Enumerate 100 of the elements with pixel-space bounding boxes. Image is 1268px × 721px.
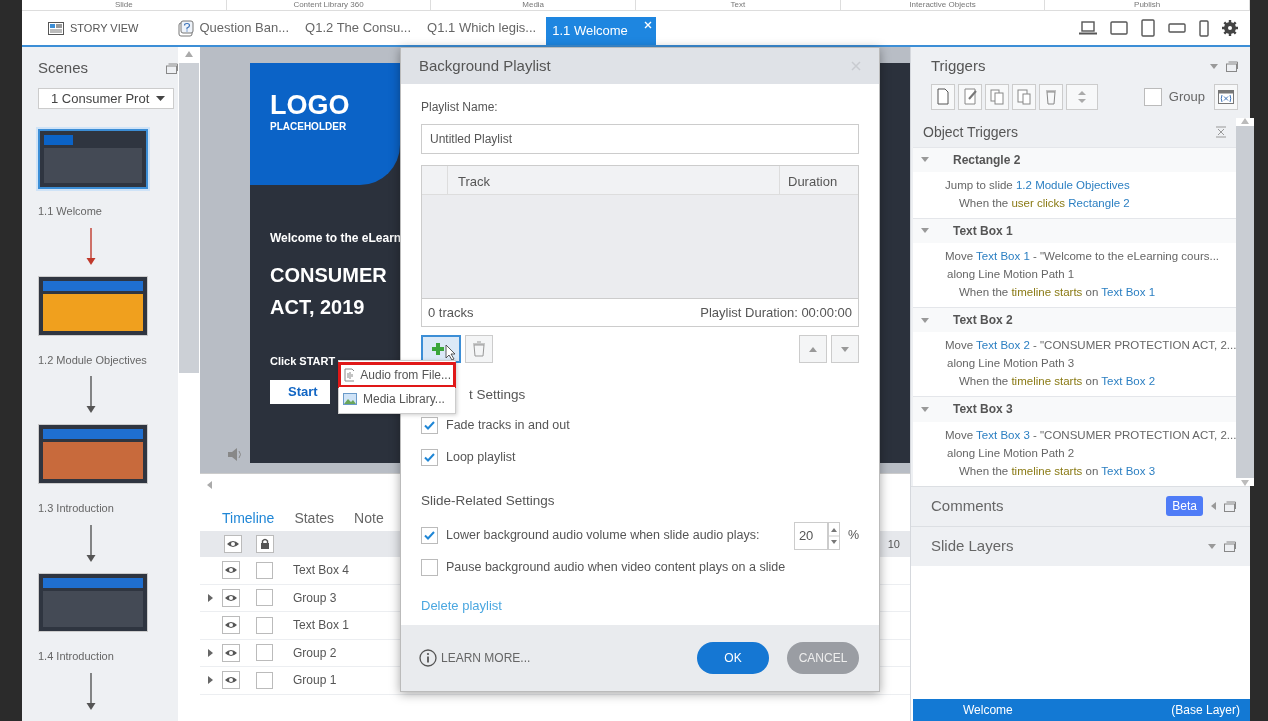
panel-title: Slide Layers bbox=[931, 535, 1014, 556]
caret-icon[interactable] bbox=[1210, 63, 1218, 69]
settings-icon[interactable] bbox=[1222, 20, 1238, 36]
collapse-icon[interactable] bbox=[921, 228, 929, 234]
ribbon-tab[interactable]: Interactive Objects bbox=[840, 0, 1046, 10]
checkmark-icon bbox=[424, 531, 435, 540]
restore-panel-icon[interactable] bbox=[1224, 540, 1236, 552]
audio-file-icon bbox=[343, 368, 355, 382]
timeline-tab[interactable]: Note bbox=[354, 505, 384, 531]
caret-icon[interactable] bbox=[1208, 543, 1216, 549]
group-checkbox[interactable] bbox=[1143, 87, 1162, 106]
visibility-icon[interactable] bbox=[222, 588, 240, 607]
move-up-button[interactable] bbox=[799, 335, 827, 363]
delete-playlist-link[interactable]: Delete playlist bbox=[421, 595, 502, 615]
playlist-duration: Playlist Duration: 00:00:00 bbox=[700, 303, 852, 322]
group-label: Group bbox=[1168, 87, 1205, 106]
copy-icon bbox=[988, 87, 1006, 106]
expand-icon[interactable] bbox=[208, 676, 213, 685]
add-track-button[interactable] bbox=[421, 335, 461, 363]
layer-name: Text Box 1 bbox=[293, 617, 350, 635]
lock-icon[interactable] bbox=[256, 535, 274, 553]
timeline-tab[interactable]: Timeline bbox=[222, 505, 275, 531]
restore-panel-icon[interactable] bbox=[1224, 500, 1236, 512]
edit-trigger-button[interactable] bbox=[958, 83, 982, 110]
lock-checkbox[interactable] bbox=[256, 644, 273, 662]
checkbox[interactable] bbox=[421, 416, 438, 434]
scrollbar-thumb[interactable] bbox=[179, 63, 199, 373]
document-tab[interactable]: Q1.1 Which legis... bbox=[421, 14, 543, 42]
collapse-icon[interactable] bbox=[1211, 502, 1216, 510]
document-tab[interactable]: Q1.2 The Consu... bbox=[299, 14, 418, 42]
slide-label: 1.3 Introduction bbox=[38, 501, 114, 517]
new-trigger-button[interactable] bbox=[931, 83, 955, 110]
slide-layer-row[interactable]: Welcome (Base Layer) bbox=[913, 699, 1250, 721]
scene-dropdown[interactable]: 1 Consumer Prot bbox=[38, 87, 174, 109]
story-view-button[interactable]: STORY VIEW bbox=[48, 19, 139, 37]
tablet-landscape-icon[interactable] bbox=[1110, 21, 1128, 35]
lock-checkbox[interactable] bbox=[256, 671, 273, 689]
ribbon-tab[interactable]: Text bbox=[636, 0, 841, 10]
expand-icon[interactable] bbox=[208, 648, 213, 657]
ribbon-tab[interactable]: Media bbox=[431, 0, 636, 10]
expand-icon[interactable] bbox=[208, 593, 213, 602]
timeline-tab[interactable]: States bbox=[294, 505, 335, 531]
slide-thumbnail[interactable] bbox=[38, 275, 148, 336]
collapse-icon[interactable] bbox=[921, 317, 929, 323]
speaker-icon[interactable] bbox=[228, 448, 242, 461]
trigger-description: When the timeline starts on Text Box 2 bbox=[958, 374, 1157, 390]
lock-checkbox[interactable] bbox=[256, 589, 273, 607]
trigger-description: Move Text Box 1 - "Welcome to the eLearning cours... bbox=[944, 249, 1221, 265]
tablet-portrait-icon[interactable] bbox=[1141, 19, 1155, 37]
slide-thumbnail[interactable] bbox=[38, 424, 148, 485]
slide-start-button[interactable]: Start bbox=[270, 379, 330, 404]
visibility-icon[interactable] bbox=[222, 643, 240, 662]
checkbox[interactable] bbox=[421, 448, 438, 466]
trash-icon bbox=[472, 341, 486, 357]
document-tab[interactable]: Question Ban... bbox=[172, 14, 296, 42]
slide-thumbnail[interactable] bbox=[38, 129, 148, 190]
remove-track-button[interactable] bbox=[465, 335, 493, 363]
visibility-icon[interactable] bbox=[224, 535, 242, 553]
percent-field[interactable]: 20 bbox=[793, 521, 828, 550]
trigger-object-name: Rectangle 2 bbox=[953, 151, 1021, 169]
down-arrow-icon bbox=[841, 346, 849, 352]
laptop-icon[interactable] bbox=[1079, 21, 1097, 35]
phone-landscape-icon[interactable] bbox=[1168, 23, 1186, 33]
variables-icon bbox=[1218, 89, 1234, 104]
checkbox[interactable] bbox=[421, 527, 438, 544]
ribbon-tab[interactable]: Content Library 360 bbox=[226, 0, 432, 10]
playlist-name-field[interactable]: Untitled Playlist bbox=[421, 124, 859, 154]
phone-portrait-icon[interactable] bbox=[1199, 19, 1209, 37]
visibility-icon[interactable] bbox=[222, 561, 240, 580]
ribbon-tab[interactable]: Publish bbox=[1045, 0, 1251, 10]
scrollbar-thumb[interactable] bbox=[1236, 125, 1255, 478]
flow-arrow bbox=[86, 524, 96, 563]
flow-arrow bbox=[86, 673, 96, 711]
learn-more-link[interactable]: LEARN MORE... bbox=[419, 649, 531, 667]
move-down-button[interactable] bbox=[831, 335, 859, 363]
collapse-icon[interactable] bbox=[921, 406, 929, 412]
variables-button[interactable] bbox=[1214, 83, 1238, 110]
collapse-icon[interactable] bbox=[921, 157, 929, 163]
slide-thumbnail[interactable] bbox=[38, 572, 148, 633]
menu-item[interactable]: Media Library... bbox=[339, 387, 455, 411]
delete-button[interactable] bbox=[1039, 83, 1063, 110]
ok-button[interactable]: OK bbox=[697, 642, 769, 674]
document-tab[interactable]: 1.1 Welcome bbox=[546, 17, 657, 45]
lock-checkbox[interactable] bbox=[256, 561, 273, 579]
visibility-icon[interactable] bbox=[222, 671, 240, 690]
ribbon-tab[interactable]: Slide bbox=[22, 0, 227, 10]
scroll-up-icon[interactable] bbox=[185, 51, 193, 57]
trigger-description: Jump to slide 1.2 Module Objectives bbox=[944, 177, 1131, 193]
paste-button[interactable] bbox=[1012, 83, 1036, 110]
collapse-all-icon[interactable] bbox=[1216, 126, 1227, 139]
checkbox[interactable] bbox=[421, 559, 438, 576]
info-icon bbox=[419, 649, 437, 667]
copy-button[interactable] bbox=[985, 83, 1009, 110]
lock-checkbox[interactable] bbox=[256, 616, 273, 634]
visibility-icon[interactable] bbox=[222, 616, 240, 635]
menu-item[interactable]: Audio from File... bbox=[339, 363, 455, 387]
reorder-button[interactable] bbox=[1066, 83, 1098, 110]
restore-panel-icon[interactable] bbox=[166, 62, 178, 74]
restore-panel-icon[interactable] bbox=[1226, 60, 1238, 72]
spin-arrows-icon[interactable] bbox=[827, 521, 840, 550]
